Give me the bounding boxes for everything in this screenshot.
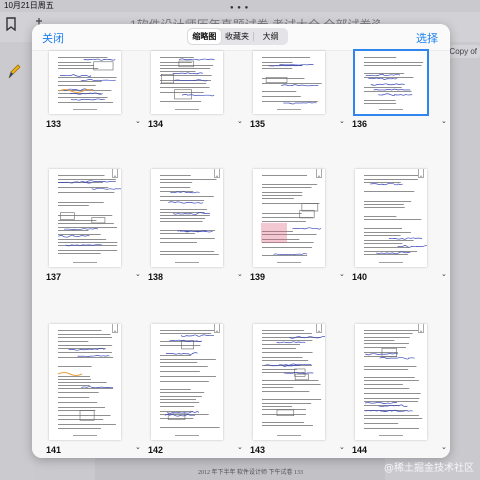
chevron-down-icon[interactable]: ⌄ [135, 117, 141, 125]
page-thumbnail[interactable] [355, 324, 427, 440]
page-thumbnail[interactable] [253, 169, 325, 267]
chevron-down-icon[interactable]: ⌄ [135, 270, 141, 278]
chevron-down-icon[interactable]: ⌄ [237, 270, 243, 278]
page-thumbnail[interactable] [353, 49, 429, 116]
tool-rail [0, 42, 34, 480]
bookmark-icon[interactable] [214, 324, 220, 333]
bookmark-icon[interactable] [418, 324, 424, 333]
sheet-header: 关闭 缩略图 收藏夹 大纲 选择 [32, 24, 450, 51]
thumbnail-sheet: 关闭 缩略图 收藏夹 大纲 选择 133 ⌄ 134 ⌄ 135 ⌄ 136 ⌄ 137 ⌄ 138… [32, 24, 450, 458]
bookmark-icon[interactable] [418, 169, 424, 178]
page-number-label: 135 [250, 119, 266, 129]
bookmark-icon[interactable] [112, 169, 118, 178]
copy-tab[interactable]: Copy of [446, 45, 480, 58]
page-number-label: 140 [352, 272, 368, 282]
page-thumbnail[interactable] [151, 169, 223, 267]
page-thumbnail[interactable] [49, 51, 121, 114]
page-thumbnail[interactable] [49, 169, 121, 267]
page-thumbnail[interactable] [49, 324, 121, 440]
page-number-label: 143 [250, 445, 266, 455]
page-thumbnail[interactable] [355, 169, 427, 267]
select-button[interactable]: 选择 [416, 30, 438, 46]
chevron-down-icon[interactable]: ⌄ [237, 117, 243, 125]
page-thumbnail[interactable] [151, 324, 223, 440]
status-date: 10月21日周五 [4, 1, 54, 10]
tab-thumbnails[interactable]: 缩略图 [188, 29, 221, 44]
bookmark-icon[interactable] [6, 17, 16, 34]
bookmark-icon[interactable] [112, 324, 118, 333]
page-thumbnail[interactable] [253, 324, 325, 440]
page-number-label: 138 [148, 272, 164, 282]
document-footer-text: 2012 年下半年 软件设计师 下午试卷 133 [198, 470, 304, 476]
chevron-down-icon[interactable]: ⌄ [441, 443, 447, 451]
watermark: @稀土掘金技术社区 [384, 463, 474, 474]
chevron-down-icon[interactable]: ⌄ [441, 117, 447, 125]
chevron-down-icon[interactable]: ⌄ [237, 443, 243, 451]
page-number-label: 144 [352, 445, 368, 455]
page-thumbnail[interactable] [151, 51, 223, 114]
chevron-down-icon[interactable]: ⌄ [135, 443, 141, 451]
chevron-down-icon[interactable]: ⌄ [339, 117, 345, 125]
bookmark-icon[interactable] [316, 324, 322, 333]
tab-favorites[interactable]: 收藏夹 [221, 29, 254, 44]
bookmark-icon[interactable] [316, 169, 322, 178]
page-number-label: 139 [250, 272, 266, 282]
page-number-label: 134 [148, 119, 164, 129]
tab-outline[interactable]: 大纲 [254, 29, 287, 44]
multitask-dots-icon[interactable]: ● ● ● [230, 5, 249, 11]
page-number-label: 136 [352, 119, 368, 129]
page-thumbnail[interactable] [253, 51, 325, 114]
page-number-label: 137 [46, 272, 62, 282]
chevron-down-icon[interactable]: ⌄ [441, 270, 447, 278]
chevron-down-icon[interactable]: ⌄ [339, 270, 345, 278]
chevron-down-icon[interactable]: ⌄ [339, 443, 345, 451]
page-number-label: 141 [46, 445, 62, 455]
page-number-label: 142 [148, 445, 164, 455]
thumbnail-grid: 133 ⌄ 134 ⌄ 135 ⌄ 136 ⌄ 137 ⌄ 138 ⌄ 139 ⌄ 140 ⌄ 141 ⌄ 142 ⌄… [32, 49, 450, 458]
pencil-icon[interactable] [7, 64, 21, 83]
close-button[interactable]: 关闭 [42, 30, 64, 46]
page-number-label: 133 [46, 119, 62, 129]
bookmark-icon[interactable] [214, 169, 220, 178]
view-segmented-control: 缩略图 收藏夹 大纲 [187, 28, 288, 45]
